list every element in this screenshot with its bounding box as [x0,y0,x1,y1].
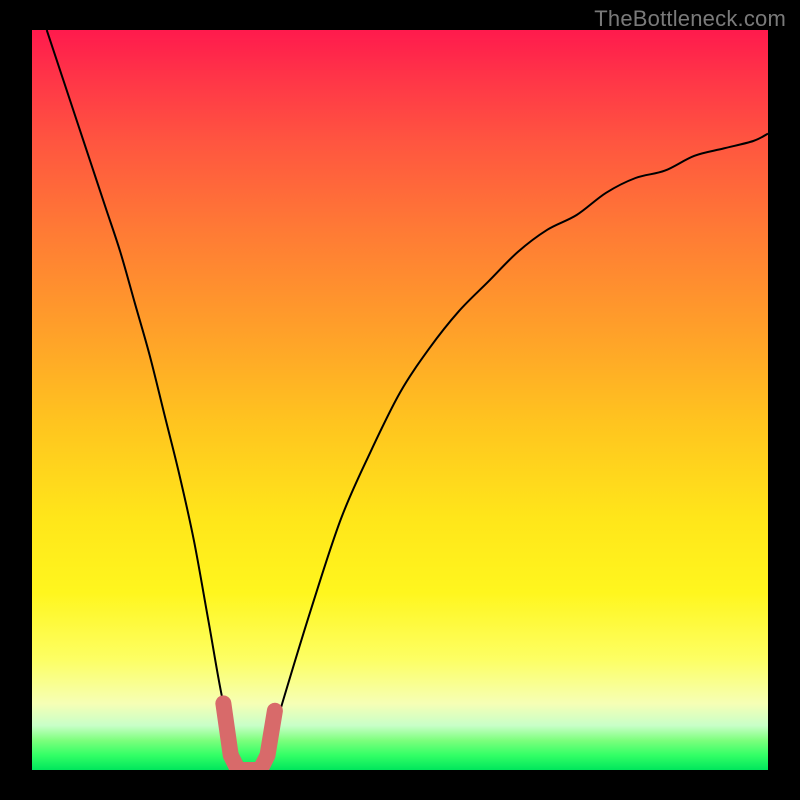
bottleneck-chart-svg [32,30,768,770]
optimal-range-marker [223,703,275,770]
bottleneck-curve [47,30,768,770]
chart-plot-area [32,30,768,770]
watermark-text: TheBottleneck.com [594,6,786,32]
